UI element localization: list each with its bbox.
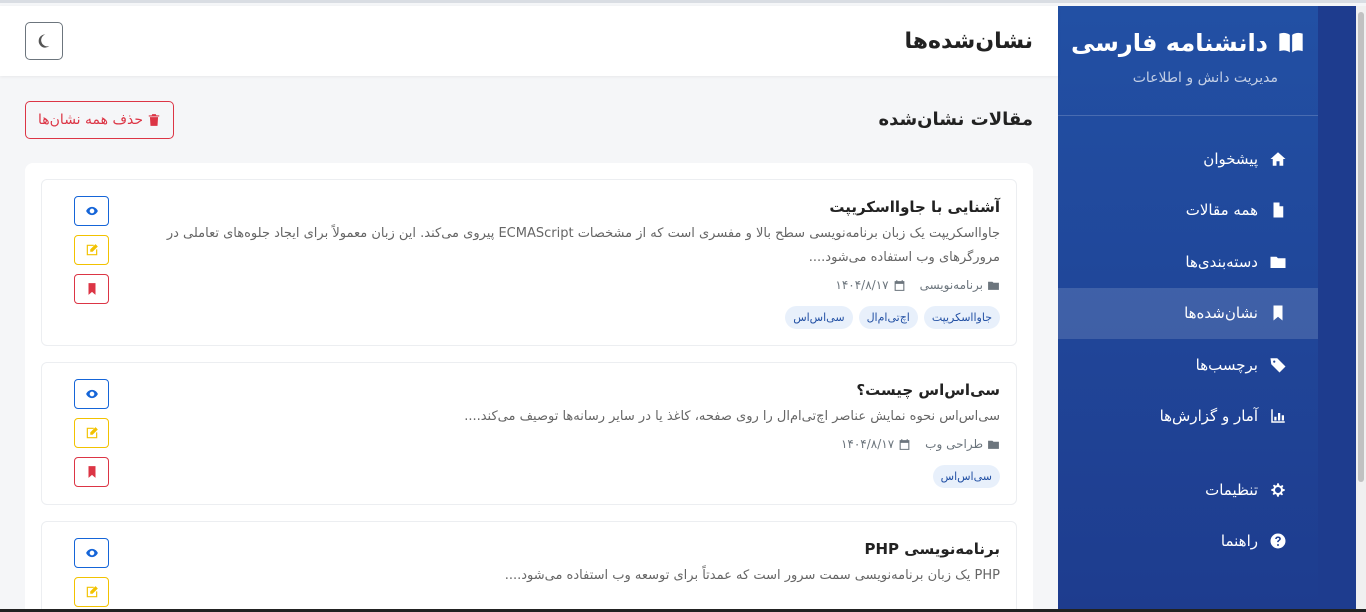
article-card: آشنایی با جاوااسکریپت جاوااسکریپت یک زبا… [41,179,1017,346]
article-title[interactable]: برنامه‌نویسی PHP [121,540,1001,558]
book-icon [1274,28,1308,58]
article-tags: سی‌اس‌اس [121,465,1000,488]
delete-all-label: حذف همه نشان‌ها [38,111,143,128]
category-label: طراحی وب [925,437,983,451]
help-icon [1268,531,1288,551]
article-tags: جاوااسکریپت اچ‌تی‌ام‌ال سی‌اس‌اس [121,306,1000,329]
folder-icon [987,438,1000,451]
sidebar-item-label: تنظیمات [1205,480,1258,499]
article-title[interactable]: سی‌اس‌اس چیست؟ [121,381,1000,399]
edit-icon [85,243,99,257]
folder-icon [1268,252,1288,272]
gear-icon [1268,480,1288,500]
home-icon [1268,149,1288,169]
calendar-icon [893,279,906,292]
sidebar: دانشنامه فارسی مدیریت دانش و اطلاعات پیش… [1058,6,1318,612]
article-card: سی‌اس‌اس چیست؟ سی‌اس‌اس نحوه نمایش عناصر… [41,362,1017,505]
article-meta: طراحی وب ۱۴۰۴/۸/۱۷ [121,437,1000,451]
trash-icon [147,113,161,127]
file-icon [1268,200,1288,220]
brand-name: دانشنامه فارسی [1071,29,1268,57]
date-label: ۱۴۰۴/۸/۱۷ [835,278,889,292]
sidebar-item-label: آمار و گزارش‌ها [1159,407,1258,426]
article-actions [58,536,109,607]
sidebar-item-label: همه مقالات [1185,201,1258,220]
edit-button[interactable] [74,418,109,448]
sidebar-item-label: برچسب‌ها [1195,355,1258,374]
tag-badge[interactable]: سی‌اس‌اس [932,465,1000,488]
sidebar-item-label: راهنما [1220,532,1258,551]
remove-bookmark-button[interactable] [74,457,109,487]
sidebar-item-label: دسته‌بندی‌ها [1185,252,1258,271]
sidebar-item-label: پیشخوان [1203,149,1258,168]
sidebar-item-help[interactable]: راهنما [1058,516,1318,568]
tag-badge[interactable]: جاوااسکریپت [923,306,1000,329]
article-actions [58,377,109,488]
theme-toggle-button[interactable] [25,22,63,60]
eye-icon [85,204,99,218]
brand-title[interactable]: دانشنامه فارسی [1068,28,1308,58]
section-header: مقالات نشان‌شده حذف همه نشان‌ها [0,76,1058,139]
article-category: طراحی وب [925,437,1000,451]
top-bar: نشان‌شده‌ها [0,6,1058,76]
chart-icon [1268,406,1288,426]
article-excerpt: جاوااسکریپت یک زبان برنامه‌نویسی سطح بال… [166,226,1000,265]
article-date: ۱۴۰۴/۸/۱۷ [835,278,905,292]
tags-icon [1268,355,1288,375]
article-title[interactable]: آشنایی با جاوااسکریپت [121,198,1000,216]
article-date: ۱۴۰۴/۸/۱۷ [841,437,911,451]
folder-icon [987,279,1000,292]
section-title: مقالات نشان‌شده [878,109,1033,130]
view-button[interactable] [74,538,109,568]
sidebar-item-tags[interactable]: برچسب‌ها [1058,339,1318,391]
sidebar-nav: پیشخوان همه مقالات دسته‌بندی‌ها نشان‌شده… [1058,133,1318,567]
bookmark-icon [85,282,99,296]
calendar-icon [898,438,911,451]
page-title: نشان‌شده‌ها [904,28,1033,54]
sidebar-item-label: نشان‌شده‌ها [1184,304,1258,323]
tag-badge[interactable]: اچ‌تی‌ام‌ال [858,306,918,329]
scrollbar-area [1318,6,1366,612]
moon-icon [36,33,52,49]
remove-bookmark-button[interactable] [74,274,109,304]
article-meta: برنامه‌نویسی ۱۴۰۴/۸/۱۷ [121,278,1000,292]
sidebar-item-dashboard[interactable]: پیشخوان [1058,133,1318,185]
main-content: نشان‌شده‌ها مقالات نشان‌شده حذف همه نشان… [0,6,1058,612]
sidebar-item-reports[interactable]: آمار و گزارش‌ها [1058,391,1318,443]
brand: دانشنامه فارسی مدیریت دانش و اطلاعات [1058,6,1318,116]
view-button[interactable] [74,196,109,226]
article-body: برنامه‌نویسی PHP PHP یک زبان برنامه‌نویس… [121,536,1000,607]
edit-icon [85,426,99,440]
category-label: برنامه‌نویسی [919,278,983,292]
article-excerpt: سی‌اس‌اس نحوه نمایش عناصر اچ‌تی‌ام‌ال را… [464,409,1000,424]
sidebar-item-settings[interactable]: تنظیمات [1058,464,1318,516]
sidebar-item-articles[interactable]: همه مقالات [1058,185,1318,237]
date-label: ۱۴۰۴/۸/۱۷ [840,437,895,451]
eye-icon [85,387,99,401]
edit-icon [85,585,99,599]
bookmark-icon [1268,303,1288,323]
article-body: سی‌اس‌اس چیست؟ سی‌اس‌اس نحوه نمایش عناصر… [121,377,1000,488]
bookmark-icon [85,465,99,479]
eye-icon [85,546,99,560]
article-category: برنامه‌نویسی [920,278,1000,292]
tag-badge[interactable]: سی‌اس‌اس [785,306,853,329]
nav-spacer [1058,442,1318,464]
edit-button[interactable] [74,235,109,265]
article-body: آشنایی با جاوااسکریپت جاوااسکریپت یک زبا… [121,194,1000,329]
article-excerpt: PHP یک زبان برنامه‌نویسی سمت سرور است که… [504,568,1000,583]
article-card: برنامه‌نویسی PHP PHP یک زبان برنامه‌نویس… [41,521,1017,612]
delete-all-bookmarks-button[interactable]: حذف همه نشان‌ها [25,100,174,139]
sidebar-item-bookmarks[interactable]: نشان‌شده‌ها [1058,287,1318,339]
sidebar-item-categories[interactable]: دسته‌بندی‌ها [1058,236,1318,288]
scrollbar-thumb[interactable] [1358,12,1364,482]
bookmarks-panel: آشنایی با جاوااسکریپت جاوااسکریپت یک زبا… [25,163,1033,612]
edit-button[interactable] [74,577,109,607]
brand-subtitle: مدیریت دانش و اطلاعات [1132,70,1278,86]
article-actions [58,194,109,329]
view-button[interactable] [74,379,109,409]
